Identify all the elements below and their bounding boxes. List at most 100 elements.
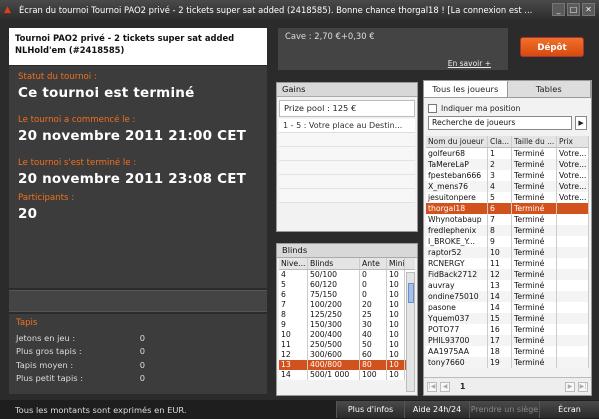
player-row[interactable]: X_mens76 4 Terminé Votre... [426, 181, 589, 192]
first-page-icon[interactable]: |◀ [427, 381, 437, 392]
tab-all-players[interactable]: Tous les joueurs [424, 81, 508, 97]
learn-more-link[interactable]: En savoir + [448, 59, 491, 68]
player-row[interactable]: golfeur68 1 Terminé Votre... [426, 148, 589, 159]
help-button[interactable]: Aide 24h/24 [404, 401, 469, 418]
player-rank: 15 [488, 313, 512, 324]
player-row[interactable]: auvray 13 Terminé [426, 280, 589, 291]
blind-row[interactable]: 4 50/100 0 10 [279, 270, 415, 280]
show-position-checkbox[interactable] [428, 104, 437, 113]
blind-row[interactable]: 12 300/600 60 10 [279, 350, 415, 360]
screen-button[interactable]: Écran [539, 401, 599, 418]
player-stack: Terminé [512, 247, 557, 258]
blind-row[interactable]: 10 200/400 40 10 [279, 330, 415, 340]
player-row[interactable]: RCNERGY 11 Terminé [426, 258, 589, 269]
player-name: I_BROKE_Y... [426, 236, 488, 247]
window-title: Écran du tournoi Tournoi PAO2 privé - 2 … [19, 5, 533, 15]
blind-level: 13 [279, 360, 308, 370]
player-row[interactable]: tony7660 19 Terminé [426, 357, 589, 368]
player-row[interactable]: Whynotabaup 7 Terminé [426, 214, 589, 225]
blind-row[interactable]: 8 125/250 25 10 [279, 310, 415, 320]
prize-pool: Prize pool : 125 € [279, 100, 415, 117]
tournament-name: Tournoi PAO2 privé - 2 tickets super sat… [15, 33, 235, 43]
blind-row[interactable]: 9 150/300 30 10 [279, 320, 415, 330]
close-button[interactable]: ✕ [582, 3, 595, 16]
player-row[interactable]: raptor52 10 Terminé [426, 247, 589, 258]
stack-label: Tapis moyen : [16, 359, 74, 370]
blind-ante: 100 [360, 370, 387, 380]
col-level[interactable]: Nive... [279, 258, 308, 269]
player-row[interactable]: PHIL93700 17 Terminé [426, 335, 589, 346]
col-rank[interactable]: Cla... [488, 136, 512, 147]
player-rank: 9 [488, 236, 512, 247]
ended-label: Le tournoi s'est terminé le : [18, 158, 137, 168]
player-stack: Terminé [512, 192, 557, 203]
player-name: Whynotabaup [426, 214, 488, 225]
player-rank: 12 [488, 269, 512, 280]
player-row[interactable]: POTO77 16 Terminé [426, 324, 589, 335]
player-row[interactable]: fpesteban666 3 Terminé Votre... [426, 170, 589, 181]
player-rank: 2 [488, 159, 512, 170]
empty-row [279, 175, 415, 189]
blind-ante: 30 [360, 320, 387, 330]
player-row[interactable]: AA1975AA 18 Terminé [426, 346, 589, 357]
deposit-button[interactable]: Dépôt [520, 37, 584, 57]
player-name: fredlephenix [426, 225, 488, 236]
participants-label: Participants : [18, 193, 75, 203]
stack-value: 0 [139, 332, 145, 343]
empty-row [279, 161, 415, 175]
blind-row[interactable]: 6 75/150 0 10 [279, 290, 415, 300]
scroll-thumb[interactable] [408, 283, 414, 303]
blind-row[interactable]: 5 60/120 0 10 [279, 280, 415, 290]
player-search-input[interactable]: Recherche de joueurs [428, 116, 573, 130]
blind-amounts: 50/100 [308, 270, 360, 280]
col-blinds[interactable]: Blinds [308, 258, 360, 269]
blind-row[interactable]: 14 500/1 000 100 10 [279, 370, 415, 380]
col-stack[interactable]: Taille du ... [512, 136, 557, 147]
last-page-icon[interactable]: ▶| [578, 381, 588, 392]
title-bar: ▲ Écran du tournoi Tournoi PAO2 privé - … [0, 0, 599, 20]
player-row[interactable]: I_BROKE_Y... 9 Terminé [426, 236, 589, 247]
player-rank: 5 [488, 192, 512, 203]
player-row[interactable]: FidBack2712 12 Terminé [426, 269, 589, 280]
tab-tables[interactable]: Tables [508, 81, 591, 97]
blind-level: 12 [279, 350, 308, 360]
prizes-title: Gains [277, 83, 417, 97]
player-rank: 14 [488, 291, 512, 302]
more-info-button[interactable]: Plus d'infos [336, 401, 404, 418]
show-position-option[interactable]: Indiquer ma position [428, 104, 587, 113]
player-row[interactable]: ondine75010 14 Terminé [426, 291, 589, 302]
started-value: 20 novembre 2011 21:00 CET [18, 128, 247, 144]
blind-min: 10 [387, 370, 405, 380]
player-row[interactable]: fredlephenix 8 Terminé [426, 225, 589, 236]
prize-row[interactable]: 1 - 5 : Votre place au Destin... [279, 119, 415, 133]
player-name: ondine75010 [426, 291, 488, 302]
blind-row[interactable]: 13 400/800 80 10 [279, 360, 415, 370]
player-row[interactable]: TaMereLaP 2 Terminé Votre... [426, 159, 589, 170]
player-prize [557, 225, 589, 236]
blinds-scrollbar[interactable] [406, 272, 415, 392]
player-row[interactable]: Yquem037 15 Terminé [426, 313, 589, 324]
next-page-icon[interactable]: ▶ [565, 381, 575, 392]
col-ante[interactable]: Ante [360, 258, 387, 269]
maximize-button[interactable]: □ [567, 3, 580, 16]
col-min[interactable]: Mini [387, 258, 405, 269]
blind-row[interactable]: 11 250/500 50 10 [279, 340, 415, 350]
player-row[interactable]: thorgal18 6 Terminé [426, 203, 589, 214]
col-player-name[interactable]: Nom du joueur [426, 136, 488, 147]
col-prize[interactable]: Prix [557, 136, 589, 147]
search-go-button[interactable]: ▶ [575, 116, 587, 130]
blind-row[interactable]: 7 100/200 20 10 [279, 300, 415, 310]
player-row[interactable]: pasone 14 Terminé [426, 302, 589, 313]
stack-label: Plus gros tapis : [16, 346, 82, 357]
player-prize [557, 236, 589, 247]
stack-row: Jetons en jeu : 0 [16, 331, 260, 345]
player-prize: Votre... [557, 192, 589, 203]
player-rank: 4 [488, 181, 512, 192]
player-row[interactable]: jesuitonpere 5 Terminé Votre... [426, 192, 589, 203]
blind-min: 10 [387, 330, 405, 340]
take-seat-button[interactable]: Prendre un siège [469, 401, 539, 418]
player-name: pasone [426, 302, 488, 313]
prev-page-icon[interactable]: ◀ [440, 381, 450, 392]
blind-min: 10 [387, 340, 405, 350]
minimize-button[interactable]: _ [552, 3, 565, 16]
